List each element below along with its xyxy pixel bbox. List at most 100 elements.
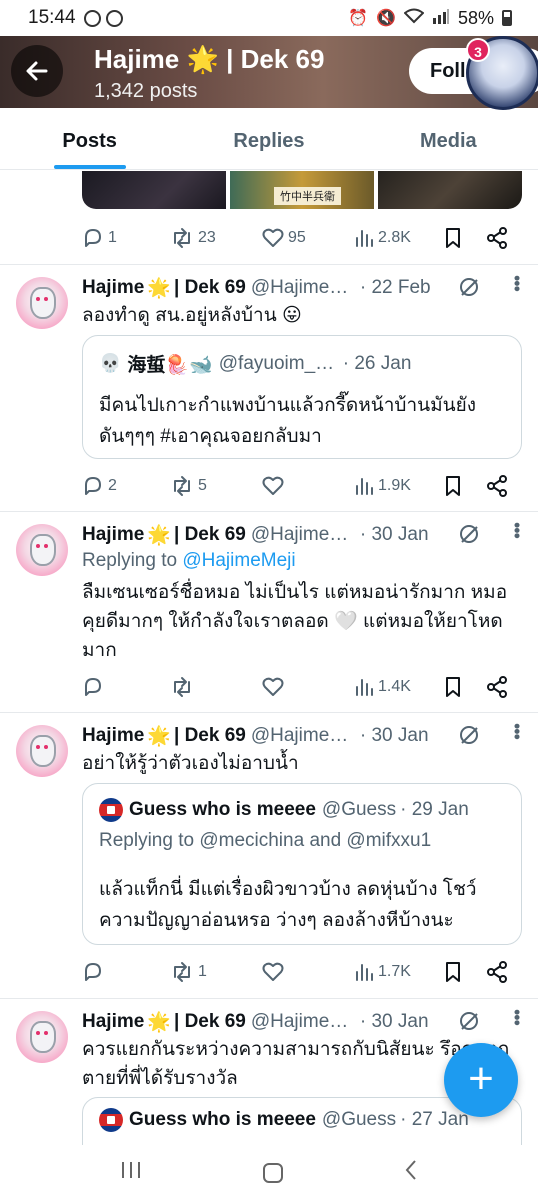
view-count: 2.8K	[378, 229, 411, 246]
heart-icon	[262, 677, 284, 696]
bookmark-button[interactable]	[444, 961, 462, 983]
avatar[interactable]	[16, 725, 68, 777]
more-options-icon[interactable]: •••	[506, 275, 527, 291]
star-emoji: 🌟	[147, 525, 171, 546]
views-button[interactable]: 1.9K	[354, 476, 411, 496]
back-nav-icon[interactable]	[404, 1159, 418, 1188]
author-handle[interactable]: @HajimeMeji	[251, 277, 356, 299]
more-options-icon[interactable]: •••	[506, 723, 527, 739]
author-handle[interactable]: @HajimeMeji	[251, 1011, 356, 1033]
post-date[interactable]: · 30 Jan	[360, 524, 429, 546]
author-handle[interactable]: @HajimeMeji	[251, 524, 356, 546]
reply-count: 1	[108, 229, 117, 246]
tab-posts[interactable]: Posts	[0, 108, 179, 169]
status-time: 15:44	[28, 7, 76, 28]
profile-tabs: Posts Replies Media	[0, 108, 538, 170]
reply-button[interactable]	[82, 676, 104, 698]
back-button[interactable]	[11, 45, 63, 97]
status-bar: 15:44 ⏰ 🔇 58%	[0, 0, 538, 36]
repost-icon	[174, 962, 190, 982]
grok-icon[interactable]	[458, 724, 480, 746]
post-text: ลืมเซนเซอร์ชื่อหมอ ไม่เป็นไร แต่หมอน่ารั…	[82, 582, 508, 661]
repost-button[interactable]: 1	[170, 961, 207, 983]
avatar[interactable]	[16, 1011, 68, 1063]
quote-author-handle: @Guess	[321, 799, 397, 820]
recent-apps-icon[interactable]	[120, 1159, 142, 1187]
like-button[interactable]	[262, 961, 284, 983]
views-button[interactable]: 1.7K	[354, 962, 411, 982]
share-button[interactable]	[486, 227, 508, 249]
share-button[interactable]	[486, 475, 508, 497]
repost-icon	[174, 228, 190, 248]
star-emoji: 🌟	[147, 278, 171, 299]
like-button[interactable]	[262, 676, 284, 698]
author-name-suffix[interactable]: | Dek 69	[174, 524, 246, 546]
author-name[interactable]: Hajime	[82, 1011, 144, 1033]
media-image[interactable]	[378, 171, 522, 209]
wifi-icon	[403, 8, 425, 29]
grok-icon[interactable]	[458, 1010, 480, 1032]
bookmark-button[interactable]	[444, 475, 462, 497]
post-date[interactable]: · 30 Jan	[360, 1011, 429, 1033]
heart-icon	[262, 962, 284, 981]
post-actions: 2 5 1.9K	[82, 471, 512, 501]
compose-post-button[interactable]: +	[444, 1043, 518, 1117]
view-count: 1.9K	[378, 477, 411, 494]
post-header: Hajime 🌟 | Dek 69 @HajimeMeji · 30 Jan •…	[82, 1009, 527, 1035]
author-handle[interactable]: @HajimeMeji	[251, 725, 356, 747]
replying-mention[interactable]: @HajimeMeji	[182, 550, 295, 571]
media-image[interactable]: 竹中半兵衛	[230, 171, 374, 209]
author-name[interactable]: Hajime	[82, 277, 144, 299]
post-date[interactable]: · 22 Feb	[360, 277, 431, 299]
like-button[interactable]: 95	[262, 227, 306, 249]
tab-replies[interactable]: Replies	[179, 108, 358, 169]
bookmark-icon	[446, 476, 460, 496]
views-icon	[356, 478, 373, 495]
mute-icon: 🔇	[376, 10, 396, 27]
bookmark-icon	[446, 677, 460, 697]
signal-icon	[432, 8, 450, 29]
author-name-suffix[interactable]: | Dek 69	[174, 277, 246, 299]
author-name-suffix[interactable]: | Dek 69	[174, 725, 246, 747]
quoted-post[interactable]: Guess who is meeee @Guess · 29 Jan Reply…	[82, 783, 522, 945]
post-actions: 1 23 95 2.8K	[82, 223, 512, 253]
timeline[interactable]: 竹中半兵衛 1 23 95 2.8K Hajime 🌟 | Dek 69 @Ha…	[0, 171, 538, 1145]
reply-button[interactable]: 1	[82, 227, 117, 249]
bookmark-button[interactable]	[444, 676, 462, 698]
skull-avatar-icon: 💀	[99, 353, 122, 373]
chat-bubble-avatar[interactable]: 3	[466, 36, 538, 128]
post-header: Hajime 🌟 | Dek 69 @HajimeMeji · 30 Jan •…	[82, 723, 527, 749]
avatar[interactable]	[16, 524, 68, 576]
author-name[interactable]: Hajime	[82, 725, 144, 747]
battery-percent: 58%	[457, 7, 494, 28]
replying-to: Replying to @HajimeMeji	[82, 550, 296, 572]
grok-icon[interactable]	[458, 276, 480, 298]
media-image[interactable]	[82, 171, 226, 209]
repost-button[interactable]: 5	[170, 475, 207, 497]
repost-button[interactable]	[170, 676, 194, 698]
reply-button[interactable]	[82, 961, 104, 983]
grok-icon[interactable]	[458, 523, 480, 545]
reply-icon	[85, 477, 101, 495]
author-name-suffix[interactable]: | Dek 69	[174, 1011, 246, 1033]
post-date[interactable]: · 30 Jan	[360, 725, 429, 747]
home-icon[interactable]	[262, 1163, 283, 1183]
views-button[interactable]: 1.4K	[354, 677, 411, 697]
flag-avatar-icon	[99, 1108, 123, 1132]
like-button[interactable]	[262, 475, 284, 497]
profile-name: Hajime 🌟 | Dek 69	[94, 44, 325, 74]
quoted-post[interactable]: 💀 海蜇🪼🐋 @fayuoim_yinjing · 26 Jan มีคนไปเ…	[82, 335, 522, 459]
author-name[interactable]: Hajime	[82, 524, 144, 546]
view-count: 1.4K	[378, 678, 411, 695]
reply-button[interactable]: 2	[82, 475, 117, 497]
repost-button[interactable]: 23	[170, 227, 216, 249]
avatar[interactable]	[16, 277, 68, 329]
more-options-icon[interactable]: •••	[506, 522, 527, 538]
bookmark-button[interactable]	[444, 227, 462, 249]
views-button[interactable]: 2.8K	[354, 228, 411, 248]
more-options-icon[interactable]: •••	[506, 1009, 527, 1025]
repost-count: 5	[198, 477, 207, 494]
media-strip[interactable]: 竹中半兵衛	[82, 171, 522, 209]
share-button[interactable]	[486, 676, 508, 698]
share-button[interactable]	[486, 961, 508, 983]
